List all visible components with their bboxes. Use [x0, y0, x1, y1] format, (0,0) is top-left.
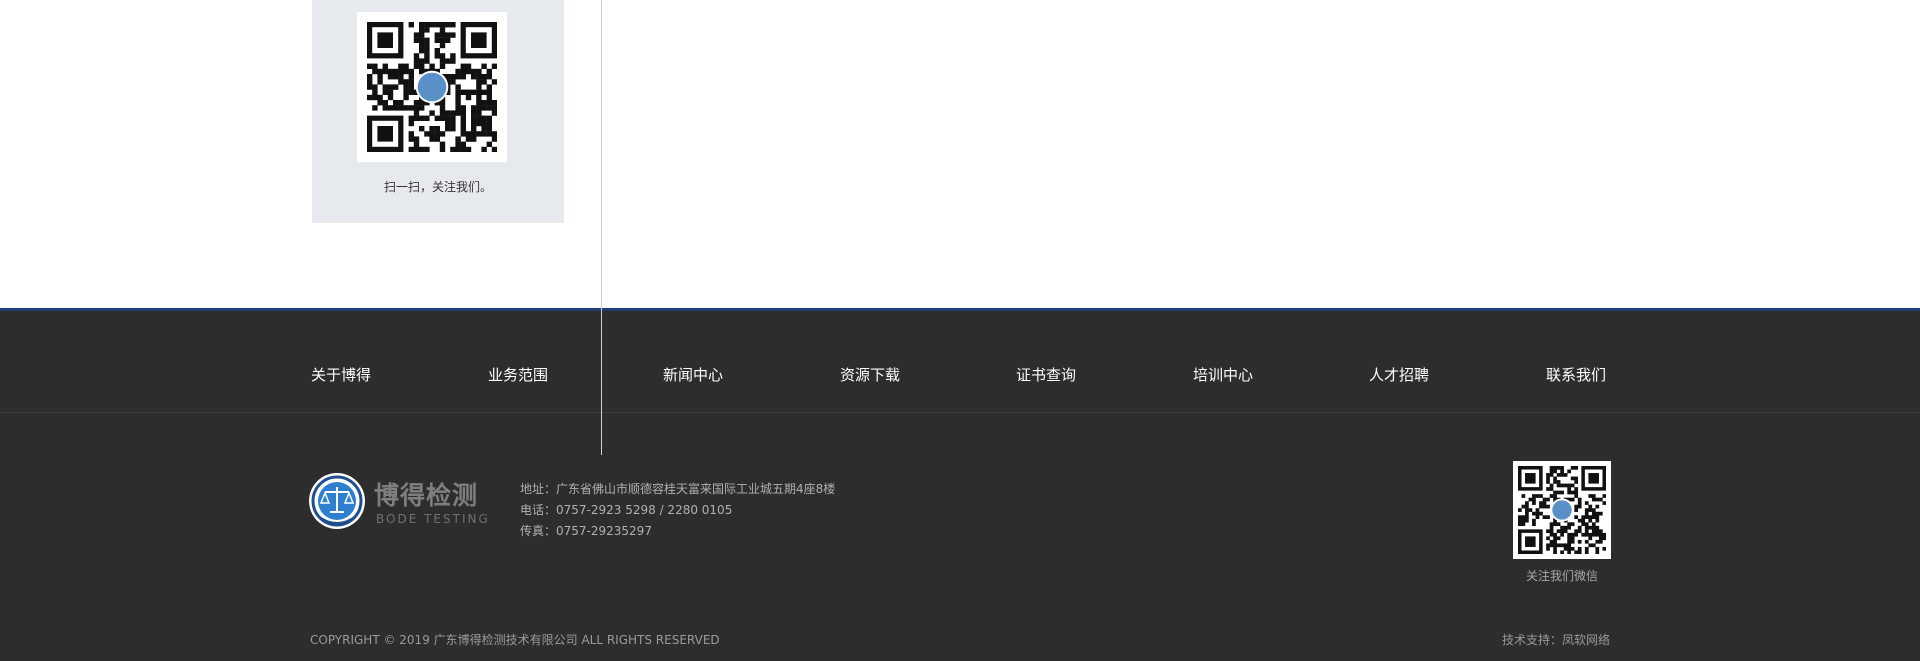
company-logo[interactable]: 博得检测 BODE TESTING	[308, 472, 488, 532]
logo-name-cn: 博得检测	[374, 481, 479, 510]
footer: 关于博得 业务范围 新闻中心 资源下载 证书查询 培训中心 人才招聘 联系我们 …	[0, 308, 1920, 661]
nav-certificate-query[interactable]: 证书查询	[1016, 364, 1076, 385]
tech-support-label: 技术支持：	[1501, 633, 1562, 647]
nav-contact[interactable]: 联系我们	[1546, 364, 1606, 385]
qr-panel: 扫一扫，关注我们。	[312, 0, 564, 223]
nav-news[interactable]: 新闻中心	[663, 364, 723, 385]
qr-caption: 扫一扫，关注我们。	[383, 180, 492, 194]
nav-about[interactable]: 关于博得	[311, 364, 371, 385]
tech-support-vendor-link[interactable]: 凤软网络	[1562, 633, 1610, 647]
nav-training[interactable]: 培训中心	[1193, 364, 1253, 385]
tech-support: 技术支持：凤软网络	[1502, 631, 1610, 648]
footer-nav: 关于博得 业务范围 新闻中心 资源下载 证书查询 培训中心 人才招聘 联系我们	[0, 311, 1920, 413]
logo-name-en: BODE TESTING	[376, 512, 490, 526]
scales-of-justice-icon	[309, 473, 365, 529]
divider-line	[601, 0, 602, 455]
nav-careers[interactable]: 人才招聘	[1369, 364, 1429, 385]
contact-phone: 电话：0757-2923 5298 / 2280 0105	[520, 503, 733, 517]
wechat-qr-code-icon	[1513, 461, 1611, 559]
qr-code-icon	[357, 12, 507, 162]
copyright-text: COPYRIGHT © 2019 广东博得检测技术有限公司 ALL RIGHTS…	[310, 633, 720, 647]
contact-fax: 传真：0757-29235297	[520, 524, 652, 538]
wechat-qr-caption: 关注我们微信	[1525, 569, 1598, 583]
contact-info: 地址：广东省佛山市顺德容桂天富来国际工业城五期4座8楼 电话：0757-2923…	[520, 479, 835, 542]
nav-downloads[interactable]: 资源下载	[840, 364, 900, 385]
nav-services[interactable]: 业务范围	[488, 364, 548, 385]
contact-address: 地址：广东省佛山市顺德容桂天富来国际工业城五期4座8楼	[520, 482, 836, 496]
